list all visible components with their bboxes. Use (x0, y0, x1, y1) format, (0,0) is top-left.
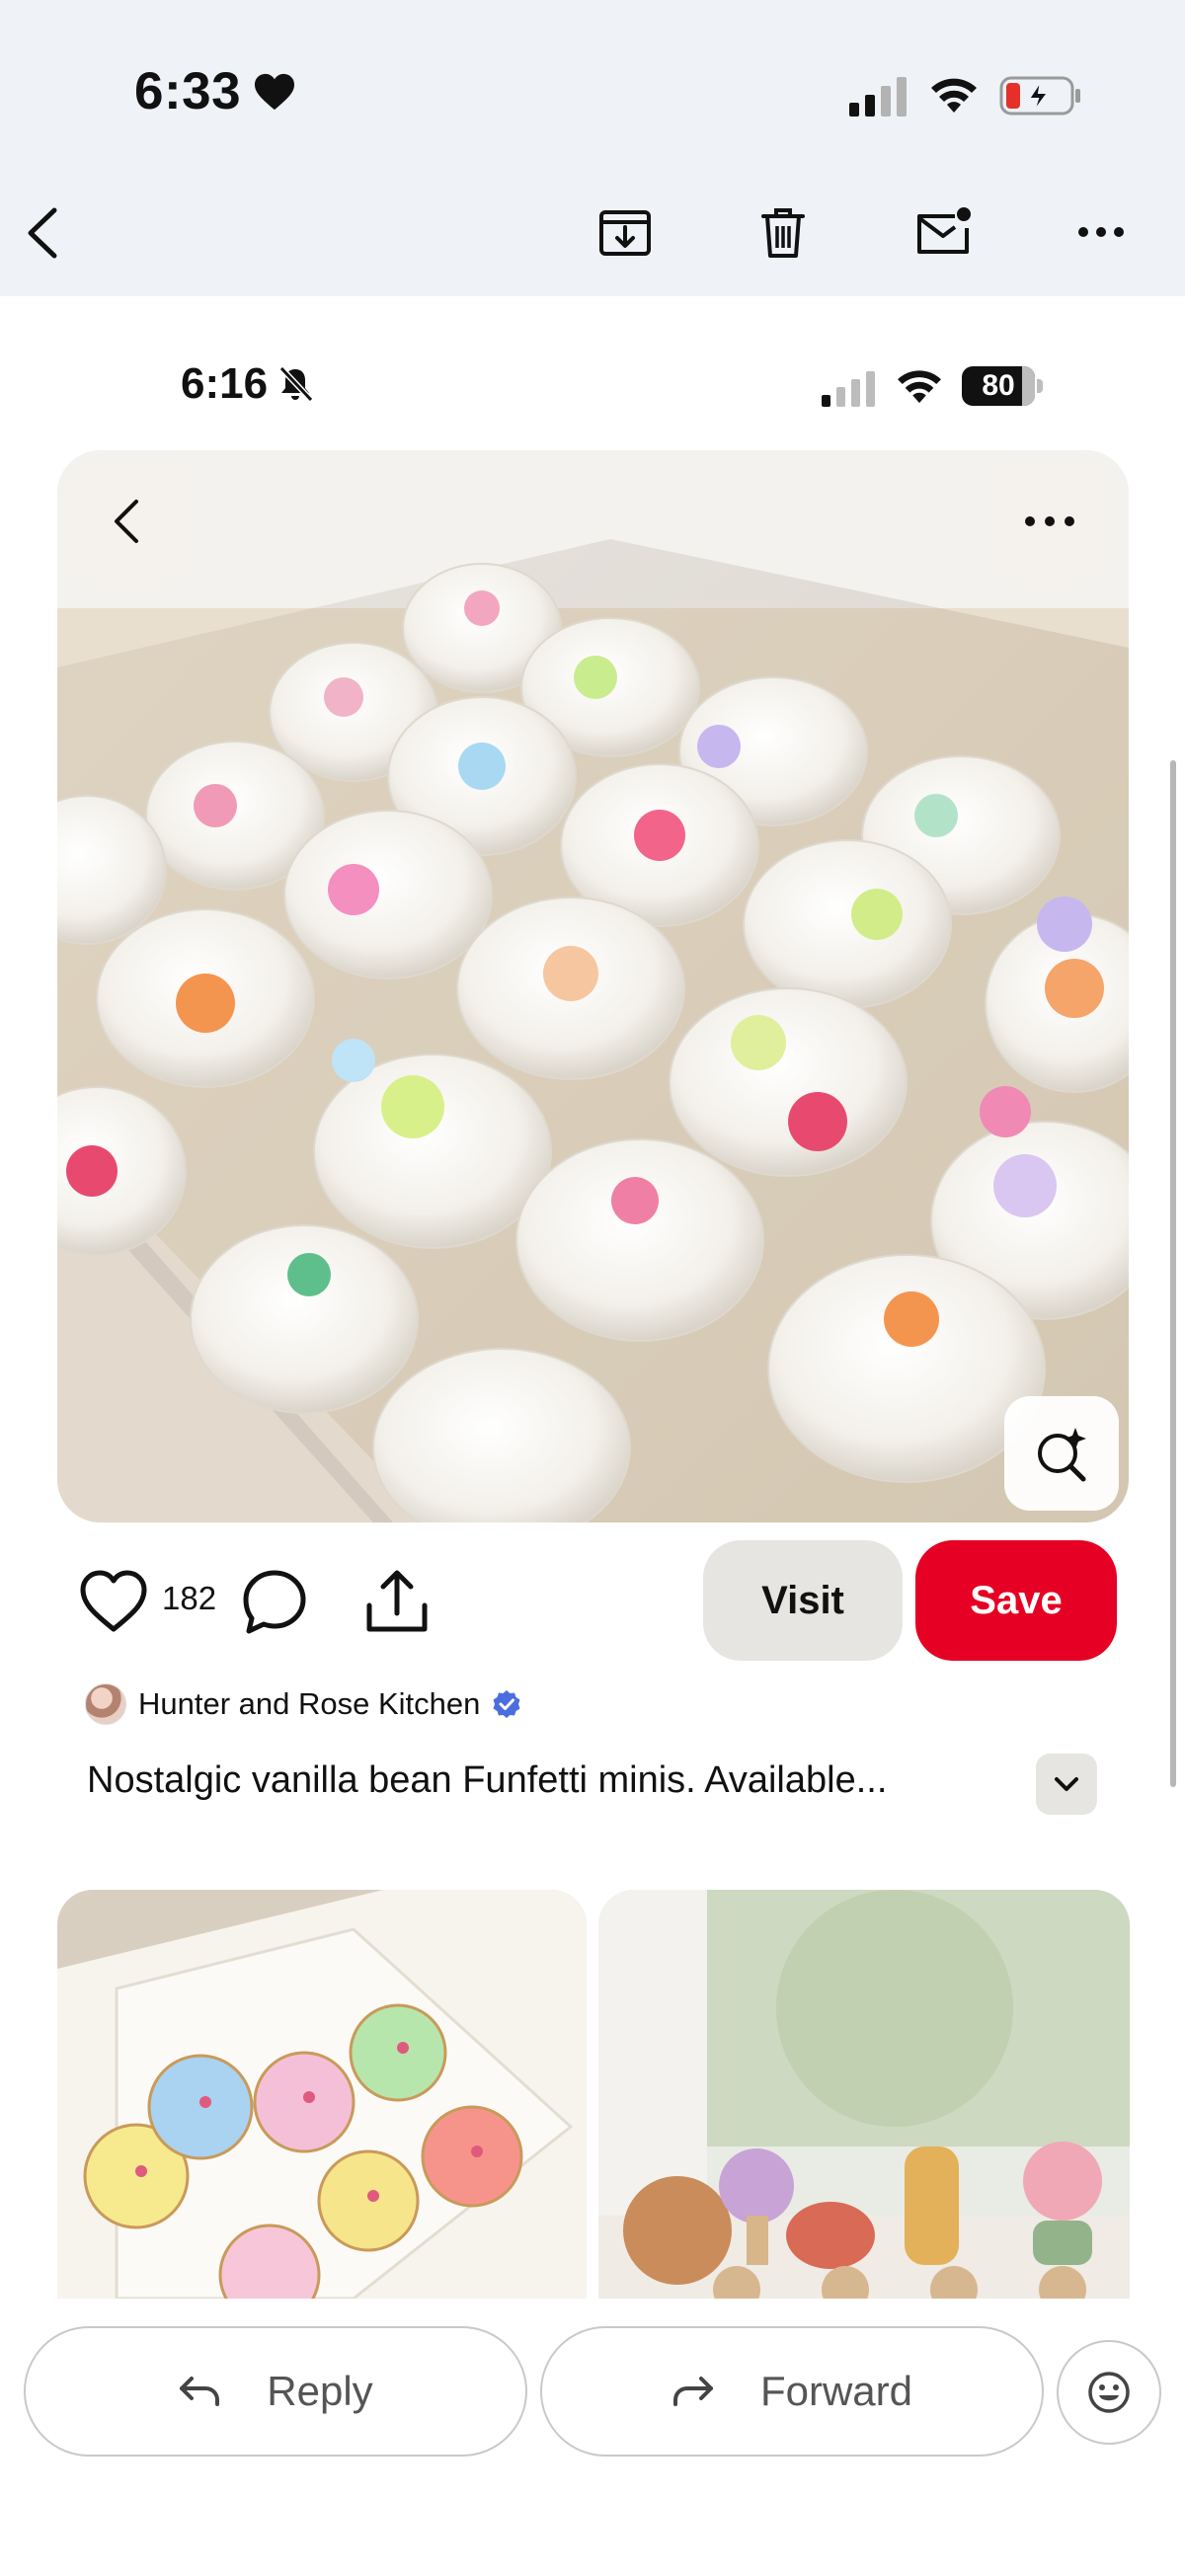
mail-back-button[interactable] (0, 188, 89, 276)
related-pin-image (598, 1890, 1130, 2299)
comment-icon[interactable] (241, 1568, 308, 1635)
delete-button[interactable] (739, 188, 828, 276)
visit-button[interactable]: Visit (703, 1540, 903, 1661)
inner-status-time-group: 6:16 (181, 359, 315, 409)
outer-status-time-group: 6:33 (134, 61, 296, 121)
mark-unread-button[interactable] (899, 188, 988, 276)
related-pin-cupcake-box[interactable] (57, 1890, 587, 2299)
reply-arrow-icon (180, 2377, 220, 2406)
save-button[interactable]: Save (915, 1540, 1117, 1661)
archive-button[interactable] (581, 188, 670, 276)
verified-badge-icon (493, 1690, 520, 1718)
inner-battery-icon: 80 (962, 365, 1043, 407)
scroll-indicator[interactable] (1170, 760, 1176, 1787)
inner-battery-shell: 80 (962, 366, 1035, 406)
avatar[interactable] (85, 1683, 126, 1725)
mail-toolbar (0, 188, 1185, 296)
outer-status-bar: 6:33 (0, 0, 1185, 188)
pin-action-row: 182 Visit Save (0, 1540, 1185, 1669)
reply-label: Reply (267, 2368, 373, 2414)
cupcakes-photo (57, 450, 1129, 1522)
cellular-signal-icon (849, 77, 907, 117)
chevron-left-icon (115, 500, 138, 543)
wifi-icon (931, 78, 977, 113)
more-horizontal-icon (1078, 227, 1124, 237)
inner-wifi-icon (898, 370, 941, 404)
pin-back-button[interactable] (69, 462, 188, 581)
pin-description: Nostalgic vanilla bean Funfetti minis. A… (87, 1759, 888, 1801)
inner-signal-icon (822, 371, 875, 407)
mail-unread-icon (917, 207, 971, 254)
trash-icon (761, 208, 805, 258)
mail-more-button[interactable] (1057, 188, 1146, 276)
battery-charging-low-icon (999, 76, 1080, 116)
heart-filled-icon (255, 73, 295, 110)
chevron-down-icon (1055, 1777, 1078, 1791)
mail-bottom-bar: Reply Forward (0, 2299, 1185, 2576)
related-pin-image (57, 1890, 587, 2299)
creator-name[interactable]: Hunter and Rose Kitchen (138, 1686, 480, 1722)
inner-status-time: 6:16 (181, 359, 269, 408)
pin-hero-image[interactable] (57, 450, 1129, 1522)
chevron-left-icon (28, 207, 57, 259)
emoji-reaction-button[interactable] (1057, 2340, 1161, 2445)
forward-label: Forward (759, 2368, 913, 2414)
smiley-icon (1088, 2372, 1130, 2413)
visual-search-sparkle-icon (1038, 1428, 1086, 1482)
forward-arrow-icon (672, 2377, 713, 2406)
forward-button[interactable]: Forward (540, 2326, 1044, 2457)
more-horizontal-icon (1025, 516, 1074, 526)
reply-button[interactable]: Reply (24, 2326, 527, 2457)
inner-status-bar: 6:16 80 (0, 296, 1185, 444)
visual-search-button[interactable] (1004, 1396, 1119, 1511)
outer-status-time: 6:33 (134, 62, 242, 120)
creator-row[interactable]: Hunter and Rose Kitchen (85, 1678, 521, 1730)
share-icon[interactable] (361, 1566, 433, 1637)
pin-more-button[interactable] (990, 462, 1109, 581)
like-count: 182 (162, 1580, 217, 1616)
like-heart-icon[interactable] (79, 1570, 148, 1633)
inner-battery-percent: 80 (982, 369, 1015, 402)
related-pin-wooden-toys[interactable] (598, 1890, 1130, 2299)
archive-download-icon (599, 210, 651, 256)
expand-description-button[interactable] (1036, 1754, 1097, 1815)
bell-off-icon (278, 365, 314, 403)
